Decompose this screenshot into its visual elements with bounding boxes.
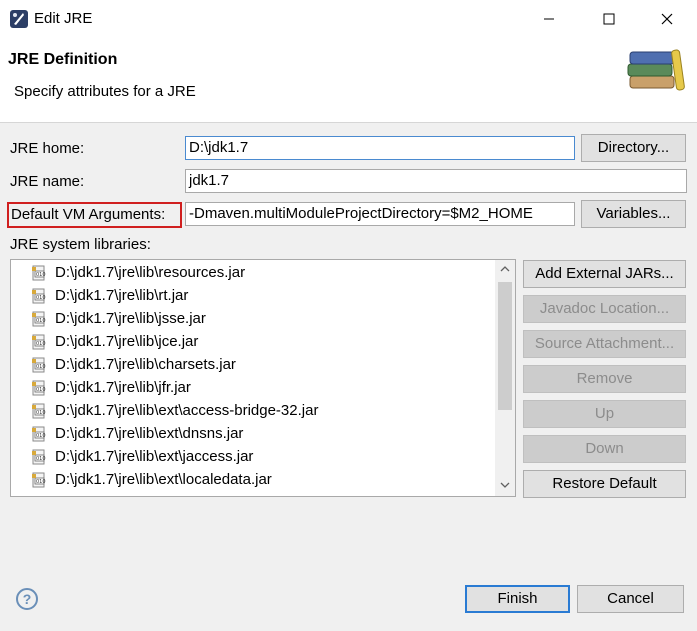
dialog-header: JRE Definition Specify attributes for a … — [0, 38, 697, 123]
jar-file-icon: 010 — [32, 357, 46, 373]
help-icon[interactable]: ? — [16, 588, 38, 610]
close-icon[interactable] — [638, 0, 696, 38]
header-subtitle: Specify attributes for a JRE — [14, 83, 196, 100]
directory-button[interactable]: Directory... — [581, 134, 686, 162]
eclipse-app-icon — [10, 10, 28, 28]
scrollbar-thumb[interactable] — [498, 282, 512, 410]
remove-button[interactable]: Remove — [523, 365, 686, 393]
svg-text:010: 010 — [36, 364, 46, 370]
jre-home-label: JRE home: — [10, 140, 85, 157]
library-path: D:\jdk1.7\jre\lib\jsse.jar — [55, 310, 206, 327]
jar-file-icon: 010 — [32, 311, 46, 327]
header-title: JRE Definition — [8, 51, 118, 68]
finish-button[interactable]: Finish — [465, 585, 570, 613]
jre-home-field[interactable]: D:\jdk1.7 — [185, 136, 575, 160]
jre-name-field[interactable]: jdk1.7 — [185, 169, 687, 193]
jar-file-icon: 010 — [32, 265, 46, 281]
title-bar: Edit JRE — [0, 0, 697, 38]
javadoc-location-button[interactable]: Javadoc Location... — [523, 295, 686, 323]
maximize-icon[interactable] — [580, 0, 638, 38]
svg-text:010: 010 — [36, 479, 46, 485]
library-path: D:\jdk1.7\jre\lib\jfr.jar — [55, 379, 191, 396]
library-path: D:\jdk1.7\jre\lib\jce.jar — [55, 333, 199, 350]
svg-text:010: 010 — [36, 433, 46, 439]
vertical-scrollbar[interactable] — [495, 260, 515, 496]
jar-file-icon: 010 — [32, 380, 46, 396]
jre-name-label: JRE name: — [10, 173, 85, 190]
svg-text:010: 010 — [36, 272, 46, 278]
down-button[interactable]: Down — [523, 435, 686, 463]
svg-text:010: 010 — [36, 410, 46, 416]
libraries-label: JRE system libraries: — [10, 236, 151, 253]
source-attachment-button[interactable]: Source Attachment... — [523, 330, 686, 358]
svg-text:010: 010 — [36, 318, 46, 324]
restore-default-button[interactable]: Restore Default — [523, 470, 686, 498]
library-path: D:\jdk1.7\jre\lib\ext\jaccess.jar — [55, 448, 254, 465]
library-list[interactable]: 010 D:\jdk1.7\jre\lib\resources.jar 010 D:\… — [10, 259, 516, 497]
svg-text:010: 010 — [36, 341, 46, 347]
library-path: D:\jdk1.7\jre\lib\charsets.jar — [55, 356, 236, 373]
library-path: D:\jdk1.7\jre\lib\rt.jar — [55, 287, 189, 304]
svg-text:010: 010 — [36, 387, 46, 393]
jar-file-icon: 010 — [32, 288, 46, 304]
jar-file-icon: 010 — [32, 334, 46, 350]
jar-file-icon: 010 — [32, 426, 46, 442]
variables-button[interactable]: Variables... — [581, 200, 686, 228]
jar-file-icon: 010 — [32, 449, 46, 465]
window-title: Edit JRE — [34, 10, 93, 27]
library-path: D:\jdk1.7\jre\lib\ext\dnsns.jar — [55, 425, 244, 442]
svg-text:010: 010 — [36, 295, 46, 301]
scroll-up-icon[interactable] — [495, 260, 515, 280]
svg-text:010: 010 — [36, 456, 46, 462]
vm-args-field[interactable]: -Dmaven.multiModuleProjectDirectory=$M2_… — [185, 202, 575, 226]
library-path: D:\jdk1.7\jre\lib\resources.jar — [55, 264, 246, 281]
scroll-down-icon[interactable] — [495, 476, 515, 496]
vm-args-label: Default VM Arguments: — [11, 206, 166, 223]
jar-file-icon: 010 — [32, 403, 46, 419]
add-external-jars-button[interactable]: Add External JARs... — [523, 260, 686, 288]
jar-file-icon: 010 — [32, 472, 46, 488]
library-path: D:\jdk1.7\jre\lib\ext\access-bridge-32.j… — [55, 402, 319, 419]
up-button[interactable]: Up — [523, 400, 686, 428]
library-books-icon — [627, 49, 685, 91]
library-path: D:\jdk1.7\jre\lib\ext\localedata.jar — [55, 471, 272, 488]
minimize-icon[interactable] — [520, 0, 578, 38]
cancel-button[interactable]: Cancel — [577, 585, 684, 613]
